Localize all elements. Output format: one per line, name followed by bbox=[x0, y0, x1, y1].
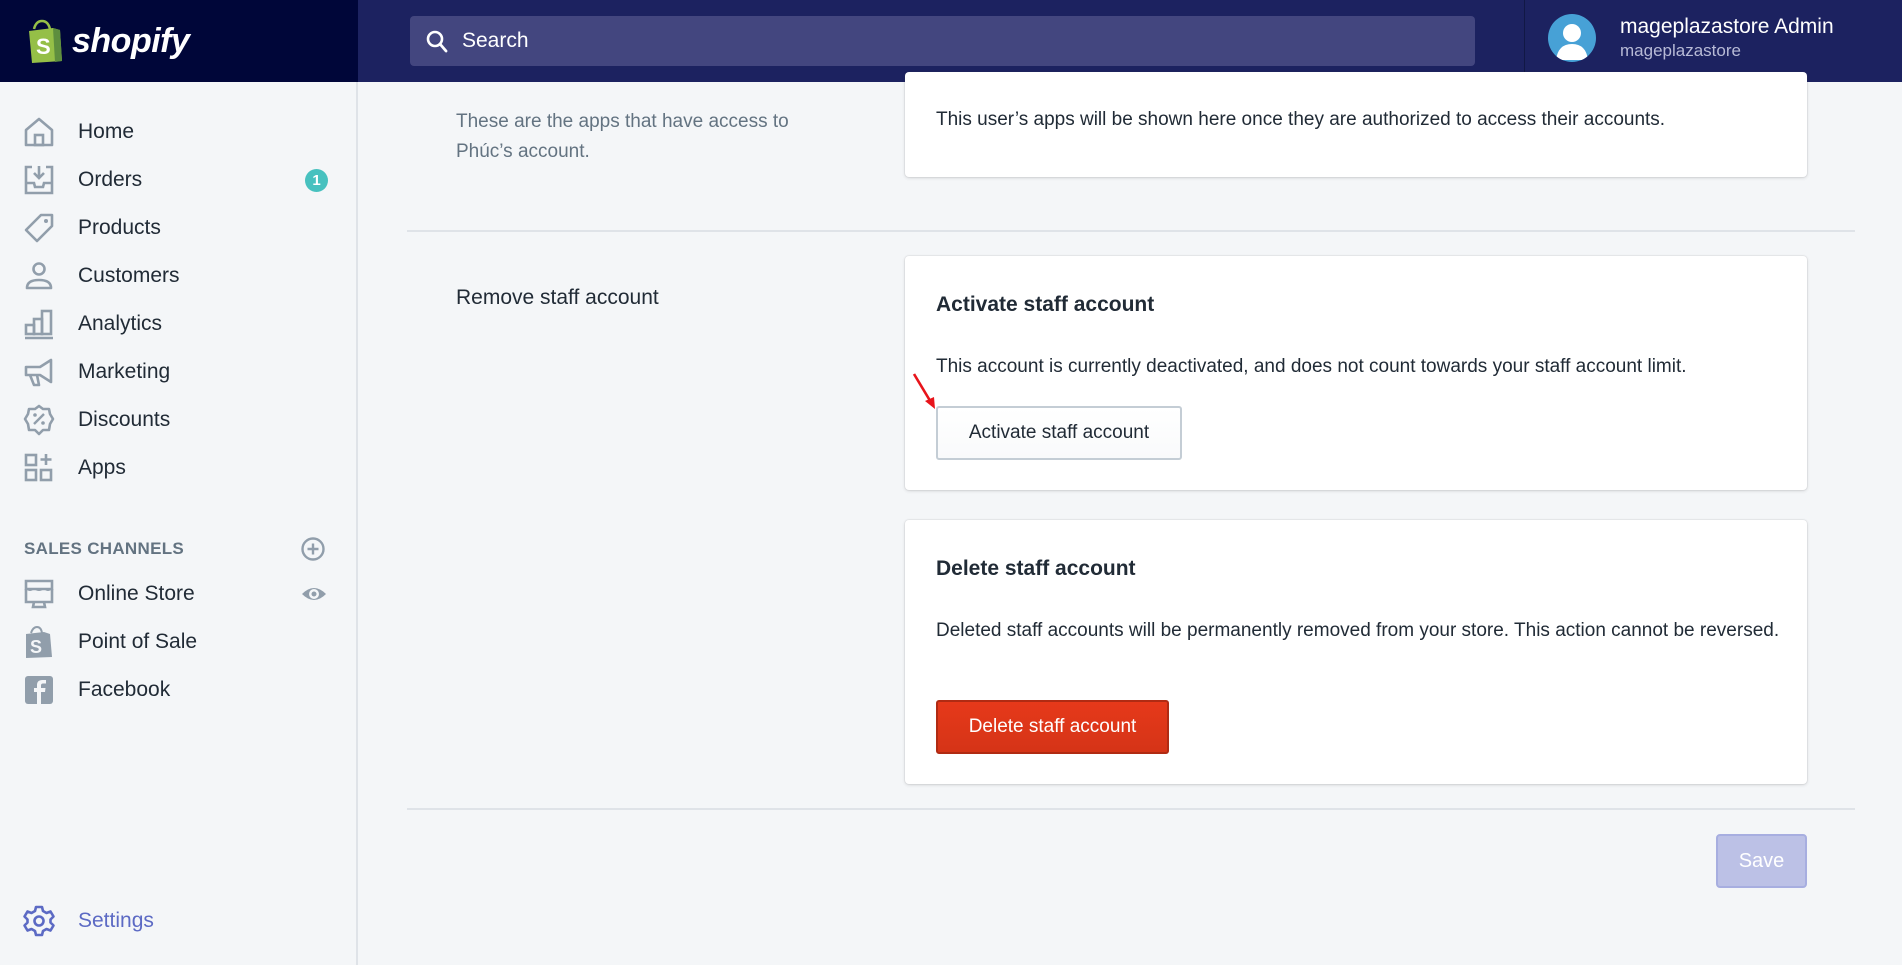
search-placeholder: Search bbox=[462, 29, 529, 52]
delete-card-heading: Delete staff account bbox=[936, 557, 1136, 580]
main-content: These are the apps that have access to P… bbox=[358, 72, 1902, 965]
sidebar-item-customers[interactable]: Customers bbox=[0, 253, 356, 299]
activate-card-heading: Activate staff account bbox=[936, 293, 1155, 316]
sidebar-item-label: Customers bbox=[78, 264, 180, 287]
store-name: mageplazastore bbox=[1620, 41, 1741, 60]
sales-channels-heading: SALES CHANNELS bbox=[24, 539, 185, 558]
facebook-icon bbox=[25, 676, 53, 704]
section-divider bbox=[407, 808, 1855, 810]
orders-count-badge: 1 bbox=[305, 168, 328, 192]
sidebar-item-label: Marketing bbox=[78, 360, 171, 383]
sidebar-item-label: Apps bbox=[78, 456, 126, 479]
authorized-apps-card: This user’s apps will be shown here once… bbox=[905, 72, 1807, 177]
sidebar-item-label: Analytics bbox=[78, 312, 163, 335]
delete-card-text: Deleted staff accounts will be permanent… bbox=[936, 620, 1780, 641]
store-icon bbox=[24, 579, 54, 609]
sidebar-item-label: Facebook bbox=[78, 678, 171, 701]
tag-icon bbox=[24, 213, 54, 243]
user-name: mageplazastore Admin bbox=[1620, 15, 1834, 38]
search-input[interactable]: Search bbox=[410, 16, 1475, 66]
header-divider bbox=[1524, 0, 1525, 82]
sidebar-item-home[interactable]: Home bbox=[0, 109, 356, 155]
sales-channels-header: SALES CHANNELS bbox=[24, 534, 334, 564]
sidebar-item-marketing[interactable]: Marketing bbox=[0, 349, 356, 395]
delete-staff-card: Delete staff account Deleted staff accou… bbox=[905, 520, 1807, 784]
sidebar-item-label: Orders bbox=[78, 168, 143, 191]
activate-card-text: This account is currently deactivated, a… bbox=[936, 356, 1687, 377]
megaphone-icon bbox=[24, 358, 53, 387]
sidebar-item-label: Products bbox=[78, 216, 161, 239]
orders-icon bbox=[24, 165, 54, 195]
save-button[interactable]: Save bbox=[1716, 834, 1807, 888]
sidebar-item-label: Online Store bbox=[78, 582, 195, 605]
shopify-bag-icon: S bbox=[29, 19, 62, 63]
sidebar-item-facebook[interactable]: Facebook bbox=[0, 667, 356, 713]
svg-text:S: S bbox=[36, 34, 51, 59]
activate-staff-card: Activate staff account This account is c… bbox=[905, 256, 1807, 490]
activate-staff-account-button[interactable]: Activate staff account bbox=[936, 406, 1182, 460]
sidebar-item-products[interactable]: Products bbox=[0, 205, 356, 251]
person-silhouette-icon bbox=[1556, 24, 1588, 60]
sidebar-item-point-of-sale[interactable]: S Point of Sale bbox=[0, 619, 356, 665]
discount-icon bbox=[23, 404, 55, 436]
sidebar-item-label: Discounts bbox=[78, 408, 171, 431]
apps-empty-text: This user’s apps will be shown here once… bbox=[936, 109, 1666, 130]
brand-wordmark: shopify bbox=[72, 21, 190, 60]
person-icon bbox=[25, 262, 53, 290]
search-icon bbox=[426, 30, 448, 53]
top-bar: S shopify Search mageplazastore Admin ma… bbox=[0, 0, 1902, 82]
delete-staff-account-button[interactable]: Delete staff account bbox=[936, 700, 1169, 754]
sidebar-item-apps[interactable]: Apps bbox=[0, 445, 356, 491]
add-sales-channel-icon[interactable] bbox=[300, 536, 326, 562]
section-divider bbox=[407, 230, 1855, 232]
sidebar-item-label: Point of Sale bbox=[78, 630, 198, 653]
sidebar: Home Orders 1 Products Customers Analyti… bbox=[0, 82, 358, 965]
avatar bbox=[1548, 14, 1596, 62]
home-icon bbox=[24, 117, 54, 147]
sidebar-item-analytics[interactable]: Analytics bbox=[0, 301, 356, 347]
sidebar-item-label: Settings bbox=[78, 909, 154, 932]
sidebar-item-orders[interactable]: Orders 1 bbox=[0, 157, 356, 203]
shopify-logo[interactable]: S shopify bbox=[0, 0, 358, 82]
remove-staff-section-title: Remove staff account bbox=[456, 286, 659, 309]
svg-text:S: S bbox=[30, 637, 42, 657]
view-store-eye-icon[interactable] bbox=[300, 580, 328, 608]
user-menu[interactable]: mageplazastore Admin mageplazastore bbox=[1548, 14, 1834, 62]
sidebar-item-settings[interactable]: Settings bbox=[0, 898, 356, 944]
shopify-bag-icon: S bbox=[26, 625, 52, 658]
sidebar-item-online-store[interactable]: Online Store bbox=[0, 571, 356, 617]
sidebar-item-label: Home bbox=[78, 120, 135, 143]
gear-icon bbox=[23, 905, 55, 937]
apps-icon bbox=[24, 453, 53, 482]
bar-chart-icon bbox=[24, 309, 53, 340]
apps-section-description: These are the apps that have access to P… bbox=[456, 111, 789, 162]
sidebar-item-discounts[interactable]: Discounts bbox=[0, 397, 356, 443]
